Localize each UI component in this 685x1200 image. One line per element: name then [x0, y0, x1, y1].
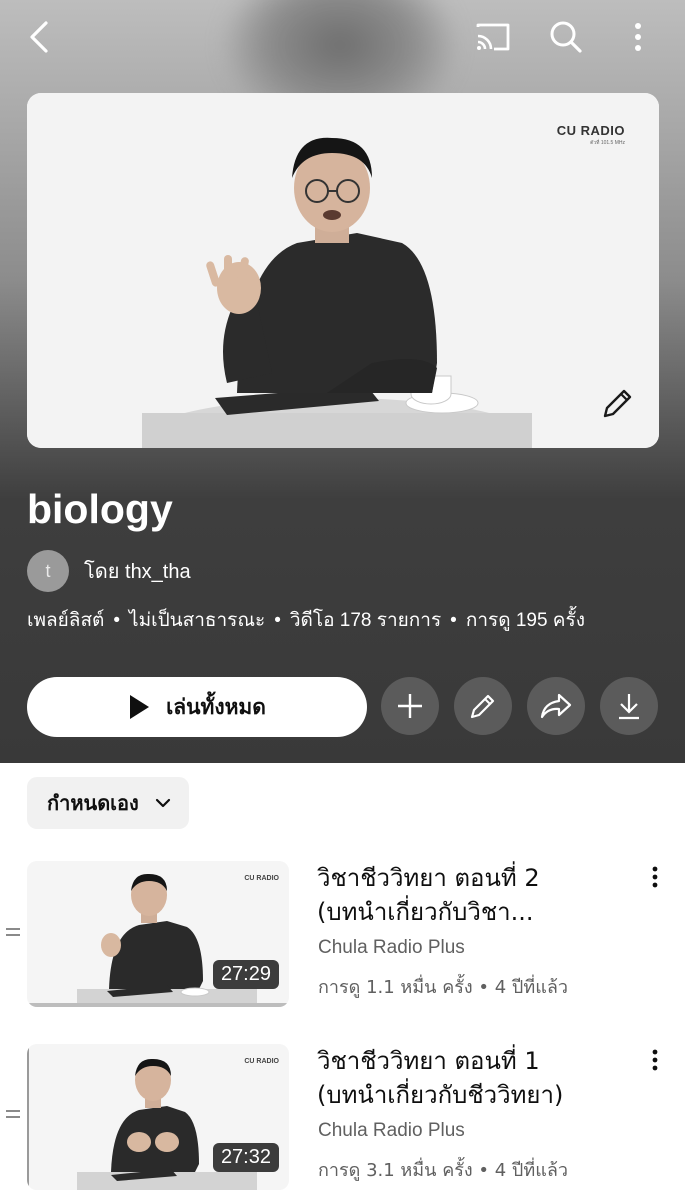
channel-logo: CU RADIO — [244, 875, 279, 882]
meta-video-count: วิดีโอ 178 รายการ — [289, 610, 442, 631]
pencil-icon — [470, 694, 495, 719]
top-app-bar — [0, 0, 685, 78]
list-item[interactable]: CU RADIO 27:32 วิชาชีววิทยา ตอนที่ 1 (บท… — [0, 1038, 685, 1198]
back-button[interactable] — [16, 14, 62, 60]
playlist-header: CU RADIO ตัวที่ 101.5 MHz biology t โดย … — [0, 0, 685, 763]
sort-label: กำหนดเอง — [47, 791, 139, 815]
download-button[interactable] — [600, 677, 658, 735]
channel-logo: CU RADIO ตัวที่ 101.5 MHz — [556, 123, 625, 146]
video-stats: การดู 1.1 หมื่น ครั้ง • 4 ปีที่แล้ว — [318, 977, 568, 998]
edit-thumbnail-button[interactable] — [597, 384, 637, 424]
meta-visibility: ไม่เป็นสาธารณะ — [129, 610, 266, 631]
playlist-owner[interactable]: t โดย thx_tha — [27, 549, 191, 593]
list-item[interactable]: CU RADIO 27:29 วิชาชีววิทยา ตอนที่ 2 (บท… — [0, 855, 685, 1015]
playlist-title: biology — [27, 486, 173, 532]
search-icon — [550, 21, 582, 53]
play-all-label: เล่นทั้งหมด — [166, 694, 266, 719]
play-all-button[interactable]: เล่นทั้งหมด — [27, 677, 367, 737]
duration-badge: 27:29 — [212, 960, 279, 989]
more-vert-icon — [652, 1049, 658, 1071]
cast-icon — [476, 23, 510, 51]
play-icon — [130, 695, 150, 719]
add-to-playlist-button[interactable] — [381, 677, 439, 735]
share-icon — [540, 693, 572, 719]
video-more-button[interactable] — [640, 857, 670, 897]
chevron-down-icon — [155, 798, 170, 808]
meta-type: เพลย์ลิสต์ — [27, 610, 105, 631]
playlist-thumbnail[interactable]: CU RADIO ตัวที่ 101.5 MHz — [27, 93, 659, 448]
cast-button[interactable] — [470, 14, 516, 60]
playlist-meta: เพลย์ลิสต์ • ไม่เป็นสาธารณะ • วิดีโอ 178 ราย… — [27, 610, 585, 631]
chevron-left-icon — [30, 21, 48, 53]
avatar[interactable]: t — [27, 550, 69, 592]
video-title[interactable]: วิชาชีววิทยา ตอนที่ 2 (บทนำเกี่ยวกับวิชา… — [317, 861, 617, 929]
more-options-button[interactable] — [615, 14, 661, 60]
video-stats: การดู 3.1 หมื่น ครั้ง • 4 ปีที่แล้ว — [318, 1160, 568, 1181]
video-thumbnail[interactable]: CU RADIO 27:32 — [27, 1044, 289, 1190]
video-thumbnail[interactable]: CU RADIO 27:29 — [27, 861, 289, 1007]
playlist-actions: เล่นทั้งหมด — [27, 677, 659, 737]
edit-playlist-button[interactable] — [454, 677, 512, 735]
drag-handle-icon[interactable] — [6, 1110, 20, 1122]
plus-icon — [398, 694, 422, 718]
owner-name[interactable]: โดย thx_tha — [84, 555, 191, 587]
video-channel[interactable]: Chula Radio Plus — [318, 1120, 465, 1142]
watch-progress-bar — [27, 1003, 289, 1007]
share-button[interactable] — [527, 677, 585, 735]
channel-logo: CU RADIO — [244, 1058, 279, 1065]
search-button[interactable] — [543, 14, 589, 60]
drag-handle-icon[interactable] — [6, 928, 20, 940]
video-channel[interactable]: Chula Radio Plus — [318, 937, 465, 959]
duration-badge: 27:32 — [212, 1143, 279, 1172]
pencil-icon — [603, 389, 632, 418]
sort-dropdown[interactable]: กำหนดเอง — [27, 777, 189, 829]
meta-view-count: การดู 195 ครั้ง — [465, 610, 585, 631]
video-title[interactable]: วิชาชีววิทยา ตอนที่ 1 (บทนำเกี่ยวกับชีวว… — [317, 1044, 617, 1112]
more-vert-icon — [635, 23, 641, 51]
download-icon — [619, 694, 639, 720]
more-vert-icon — [652, 866, 658, 888]
video-more-button[interactable] — [640, 1040, 670, 1080]
